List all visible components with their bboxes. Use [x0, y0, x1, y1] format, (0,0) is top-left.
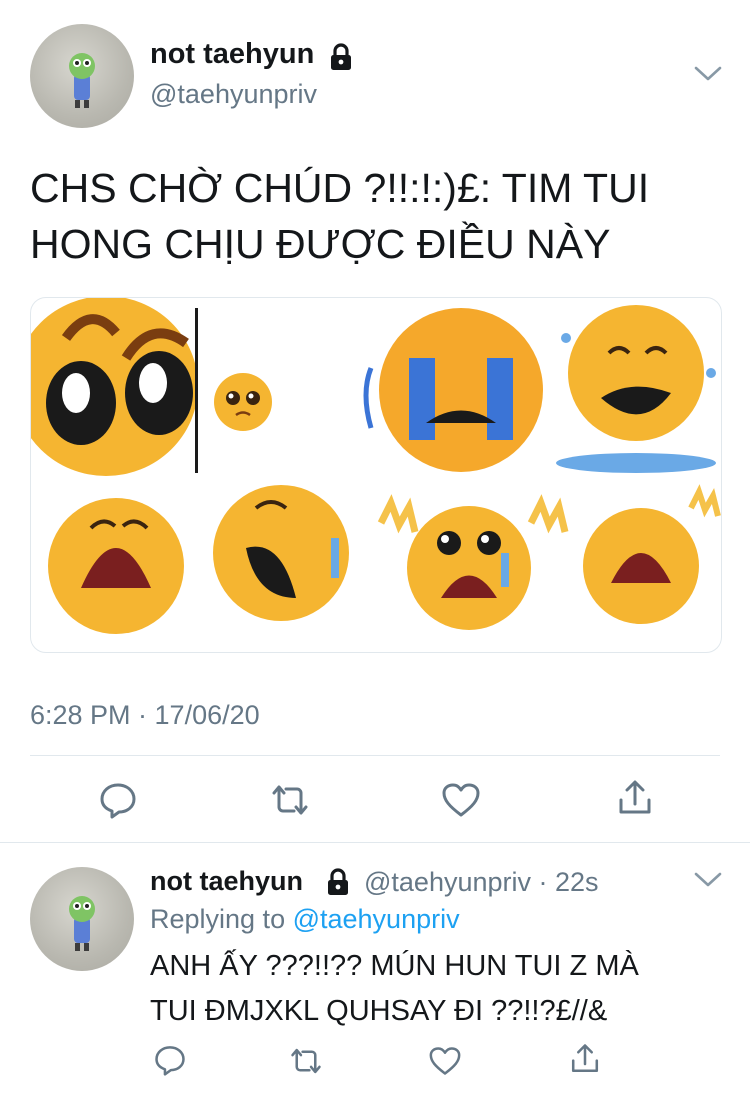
section-divider: [0, 842, 750, 843]
reply-icon[interactable]: [154, 1044, 186, 1076]
share-icon[interactable]: [616, 778, 654, 818]
display-name[interactable]: not taehyun: [150, 38, 314, 71]
retweet-icon[interactable]: [268, 781, 312, 819]
avatar-frog-image: [69, 53, 95, 108]
replying-to-handle[interactable]: @taehyunpriv: [293, 904, 460, 934]
tweet-text: CHS CHỜ CHÚD ?!!:!:)£: TIM TUI HONG CHỊU…: [30, 160, 649, 272]
reply-text-line-1: ANH ẤY ???!!?? MÚN HUN TUI Z MÀ: [150, 950, 639, 982]
replying-to-label: Replying to: [150, 904, 293, 934]
avatar[interactable]: [30, 24, 134, 128]
user-handle[interactable]: @taehyunpriv: [150, 79, 317, 110]
reply-avatar[interactable]: [30, 867, 134, 971]
share-icon[interactable]: [569, 1042, 601, 1076]
crying-emoji-collage: [31, 298, 721, 634]
divider: [30, 755, 720, 756]
avatar-frog-image: [69, 896, 95, 951]
tweet-timestamp[interactable]: 6:28 PM · 17/06/20: [30, 700, 260, 731]
tweet-photo[interactable]: [30, 297, 722, 653]
replying-to: Replying to @taehyunpriv: [150, 904, 460, 935]
heart-icon[interactable]: [428, 1046, 462, 1076]
chevron-down-icon[interactable]: [692, 64, 724, 89]
heart-icon[interactable]: [441, 782, 481, 818]
reply-text: ANH ẤY ???!!?? MÚN HUN TUI Z MÀ TUI ĐMJX…: [150, 944, 639, 1034]
reply-icon[interactable]: [99, 781, 137, 819]
reply-text-line-2: TUI ĐMJXKL QUHSAY ĐI ??!!?£//&: [150, 995, 608, 1027]
chevron-down-icon[interactable]: [692, 870, 724, 895]
reply-display-name[interactable]: not taehyun: [150, 866, 303, 897]
reply-handle-time[interactable]: @taehyunpriv · 22s: [364, 867, 599, 898]
retweet-icon[interactable]: [287, 1045, 325, 1077]
lock-icon: [324, 867, 352, 902]
tweet-text-line-2: HONG CHỊU ĐƯỢC ĐIỀU NÀY: [30, 221, 611, 267]
lock-icon: [327, 42, 355, 77]
tweet-text-line-1: CHS CHỜ CHÚD ?!!:!:)£: TIM TUI: [30, 165, 650, 211]
